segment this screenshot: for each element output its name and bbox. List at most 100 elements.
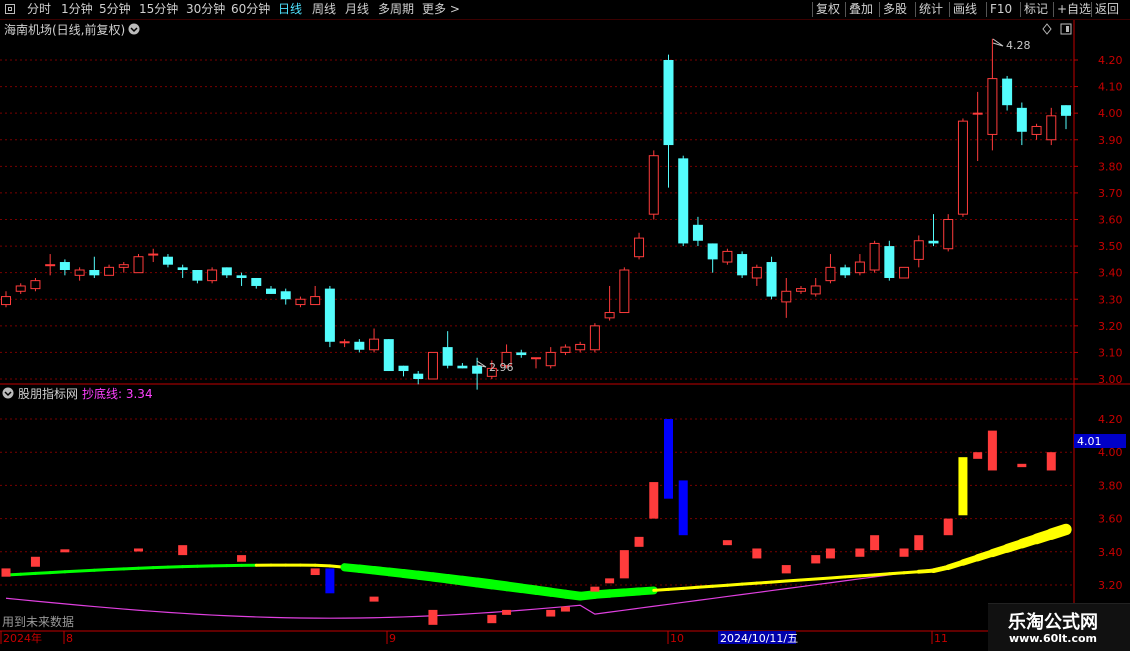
- high-arrow: [993, 39, 1003, 46]
- toolbar-button-5[interactable]: F10: [990, 1, 1012, 18]
- toolbar-button-7[interactable]: +自选: [1057, 1, 1091, 18]
- candle-body: [884, 246, 894, 278]
- date-highlight: 2024/10/11/五: [720, 632, 798, 645]
- price-tick: 4.20: [1098, 54, 1123, 67]
- trend-band-segment: [757, 582, 772, 583]
- time-label: 2024年: [3, 631, 42, 645]
- signal-bar: [752, 548, 761, 558]
- candle-body: [605, 313, 614, 318]
- candle-body: [532, 358, 541, 359]
- signal-bar: [811, 555, 820, 563]
- candle-body: [119, 265, 128, 268]
- candle-body: [516, 352, 526, 355]
- toolbar-button-4[interactable]: 画线: [953, 1, 977, 18]
- signal-bar: [561, 607, 570, 612]
- toolbar-button-8[interactable]: 返回: [1095, 1, 1119, 18]
- candle-body: [105, 267, 114, 275]
- tab-4[interactable]: 30分钟: [186, 1, 225, 18]
- toolbar-button-1[interactable]: 叠加: [849, 1, 873, 18]
- signal-bar: [679, 480, 688, 535]
- signal-bar: [487, 615, 496, 623]
- trend-band-segment: [889, 573, 904, 574]
- toolbar-button-0[interactable]: 复权: [816, 1, 840, 18]
- indicator-title: 股朋指标网: [18, 386, 78, 401]
- tab-9[interactable]: 多周期: [378, 1, 414, 18]
- signal-bar: [635, 537, 644, 547]
- diamond-icon[interactable]: [1043, 24, 1051, 34]
- time-label: 10: [670, 632, 684, 645]
- time-label: 9: [389, 632, 396, 645]
- candle-body: [620, 270, 629, 313]
- candle-body: [340, 342, 349, 343]
- kline-chart[interactable]: 4.204.104.003.903.803.703.603.503.403.30…: [0, 20, 1130, 651]
- toolbar-separator: [812, 2, 813, 17]
- candle-body: [1002, 79, 1012, 106]
- toolbar-button-6[interactable]: 标记: [1024, 1, 1048, 18]
- trend-band-segment: [153, 567, 168, 568]
- indicator-tick: 3.40: [1098, 546, 1123, 559]
- candle-body: [664, 60, 674, 145]
- candle-body: [929, 241, 939, 244]
- signal-bar: [944, 519, 953, 536]
- toolbar-separator: [949, 2, 950, 17]
- candle-body: [325, 289, 335, 342]
- low-price-label: 2.96: [489, 361, 514, 374]
- tab-10[interactable]: 更多 >: [422, 1, 460, 18]
- signal-bar: [649, 482, 658, 519]
- toolbar-button-2[interactable]: 多股: [883, 1, 907, 18]
- tab-1[interactable]: 1分钟: [61, 1, 93, 18]
- signal-bar: [428, 610, 437, 625]
- signal-bar: [958, 457, 967, 515]
- candle-body: [1061, 105, 1071, 116]
- candle-body: [693, 225, 703, 241]
- price-tick: 3.30: [1098, 293, 1123, 306]
- toolbar-separator: [1053, 2, 1054, 17]
- indicator-tick: 4.20: [1098, 413, 1123, 426]
- candle-body: [31, 281, 40, 289]
- candle-body: [826, 267, 835, 280]
- trend-band-segment: [845, 576, 860, 577]
- tab-7[interactable]: 周线: [312, 1, 336, 18]
- candle-body: [649, 156, 658, 214]
- trend-band-segment: [124, 568, 139, 569]
- candle-body: [16, 286, 25, 291]
- tab-6[interactable]: 日线: [278, 1, 302, 18]
- signal-bar: [900, 548, 909, 556]
- signal-bar: [134, 548, 143, 551]
- trend-band-segment: [669, 588, 684, 589]
- candle-body: [811, 286, 820, 294]
- candle-body: [855, 262, 864, 273]
- candle-body: [311, 297, 320, 305]
- signal-bar: [325, 568, 334, 593]
- chevron-down-icon[interactable]: [129, 24, 140, 35]
- candle-body: [944, 220, 953, 249]
- candle-body: [370, 339, 379, 350]
- signal-bar: [1047, 452, 1056, 470]
- tab-3[interactable]: 15分钟: [139, 1, 178, 18]
- toolbar-separator: [915, 2, 916, 17]
- high-price-label: 4.28: [1006, 39, 1031, 52]
- window-icon[interactable]: [5, 4, 15, 14]
- signal-bar: [826, 548, 835, 558]
- indicator-tick: 4.00: [1098, 446, 1123, 459]
- trend-band-segment: [683, 587, 698, 588]
- candle-body: [737, 254, 747, 275]
- candle-body: [413, 374, 423, 379]
- candle-body: [797, 289, 806, 292]
- toolbar-button-3[interactable]: 统计: [919, 1, 943, 18]
- candle-body: [399, 366, 409, 371]
- tab-5[interactable]: 60分钟: [231, 1, 270, 18]
- trend-band-segment: [35, 573, 50, 574]
- candle-body: [900, 267, 909, 278]
- watermark: 乐淘公式网 www.60lt.com: [988, 603, 1130, 651]
- signal-bar: [311, 568, 320, 575]
- chevron-down-icon[interactable]: [3, 388, 14, 399]
- tab-8[interactable]: 月线: [345, 1, 369, 18]
- toolbar-separator: [1020, 2, 1021, 17]
- candle-body: [266, 289, 276, 294]
- tab-2[interactable]: 5分钟: [99, 1, 131, 18]
- trend-band-segment: [94, 570, 109, 571]
- candle-body: [46, 265, 55, 266]
- watermark-title: 乐淘公式网: [988, 608, 1118, 634]
- tab-0[interactable]: 分时: [27, 1, 51, 18]
